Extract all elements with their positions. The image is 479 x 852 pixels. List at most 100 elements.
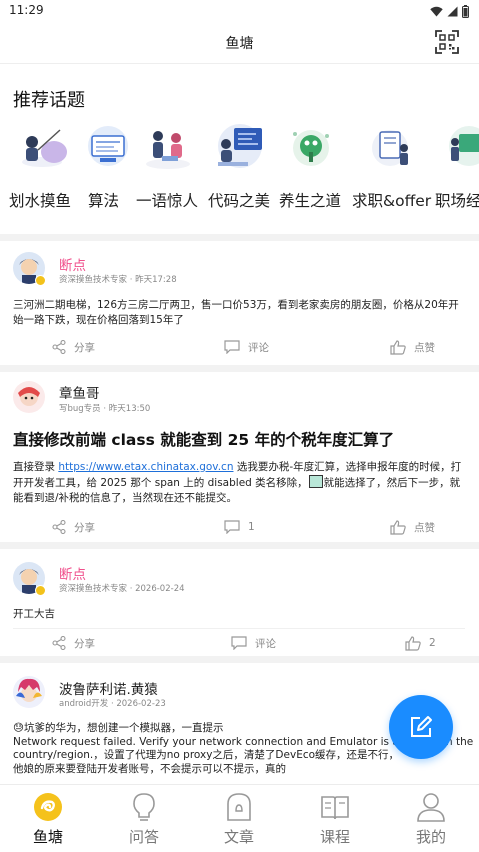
action-divider bbox=[13, 628, 465, 629]
book-icon bbox=[321, 796, 349, 820]
algorithm-illustration bbox=[88, 126, 128, 166]
career-illustration bbox=[449, 126, 479, 166]
status-icons bbox=[430, 4, 469, 18]
section-title: 推荐话题 bbox=[13, 90, 85, 111]
nav-label: 鱼塘 bbox=[32, 828, 63, 846]
thumbs-up-icon bbox=[405, 635, 421, 651]
topic-label: 职场经 bbox=[435, 192, 479, 210]
nav-label: 我的 bbox=[415, 828, 446, 846]
share-icon bbox=[52, 520, 66, 534]
feed-post[interactable]: 断点 资深摸鱼技术专家 · 2026-02-24 开工大吉 分享 评论 2 bbox=[0, 549, 479, 656]
topic-carousel[interactable]: 划水摸鱼 算法 一语惊人 代码之美 养生之道 求职&offer 职场经 bbox=[0, 122, 479, 214]
topic-label: 一语惊人 bbox=[136, 192, 199, 210]
topic-item-career[interactable]: 职场经 bbox=[435, 122, 479, 214]
fishpond-icon bbox=[34, 793, 62, 821]
nav-item-articles[interactable]: 文章 bbox=[191, 785, 287, 852]
comment-label: 评论 bbox=[255, 637, 276, 650]
verified-badge bbox=[35, 585, 46, 596]
health-illustration bbox=[293, 130, 329, 166]
new-post-button[interactable] bbox=[389, 695, 453, 759]
post-text[interactable]: 三河洲二期电梯，126方三房二厅两卫，售一口价53万，看到老家卖房的朋友圈，价格… bbox=[13, 298, 465, 328]
code-illustration bbox=[218, 124, 262, 168]
title-bar: 鱼塘 bbox=[0, 22, 479, 64]
post-divider bbox=[0, 542, 479, 549]
nav-label: 文章 bbox=[223, 828, 254, 846]
wifi-icon bbox=[430, 6, 443, 16]
topic-label: 划水摸鱼 bbox=[9, 192, 72, 210]
share-icon bbox=[52, 340, 66, 354]
post-title[interactable]: 直接修改前端 class 就能查到 25 年的个税年度汇算了 bbox=[13, 428, 469, 450]
share-label: 分享 bbox=[74, 521, 95, 534]
profile-icon bbox=[417, 793, 445, 822]
feed-post[interactable]: 章鱼哥 写bug专员 · 昨天13:50 直接修改前端 class 就能查到 2… bbox=[0, 372, 479, 542]
comment-button[interactable]: 评论 bbox=[231, 635, 276, 651]
nav-item-profile[interactable]: 我的 bbox=[383, 785, 479, 852]
page-title: 鱼塘 bbox=[225, 36, 254, 52]
share-button[interactable]: 分享 bbox=[52, 339, 95, 355]
post-meta: 写bug专员 · 昨天13:50 bbox=[59, 404, 151, 414]
job-illustration bbox=[372, 130, 408, 166]
topic-label: 代码之美 bbox=[208, 192, 271, 210]
like-button[interactable]: 2 bbox=[405, 635, 436, 651]
verified-badge bbox=[35, 275, 46, 286]
nav-item-fishpond[interactable]: 鱼塘 bbox=[0, 785, 96, 852]
comment-icon bbox=[231, 636, 247, 650]
comment-button[interactable]: 1 bbox=[224, 519, 255, 535]
avatar[interactable] bbox=[13, 381, 45, 413]
comment-icon bbox=[224, 340, 240, 354]
author-name[interactable]: 波鲁萨利诺.黄猿 bbox=[59, 678, 158, 698]
post-divider bbox=[0, 365, 479, 372]
author-name[interactable]: 断点 bbox=[59, 254, 86, 274]
topic-label: 养生之道 bbox=[279, 192, 342, 210]
status-time: 11:29 bbox=[9, 3, 44, 17]
qr-scan-icon[interactable] bbox=[435, 30, 459, 54]
post-text[interactable]: 直接登录 https://www.etax.chinatax.gov.cn 选我… bbox=[13, 460, 467, 506]
share-button[interactable]: 分享 bbox=[52, 635, 95, 651]
post-divider bbox=[0, 656, 479, 663]
author-name[interactable]: 断点 bbox=[59, 563, 86, 583]
post-meta: 资深摸鱼技术专家 · 昨天17:28 bbox=[59, 275, 177, 285]
topic-item-speech[interactable]: 一语惊人 bbox=[135, 122, 201, 214]
like-label: 点赞 bbox=[414, 521, 435, 534]
bottom-nav: 鱼塘 问答 文章 课程 我的 bbox=[0, 784, 479, 852]
like-count: 2 bbox=[429, 637, 436, 649]
lightbulb-icon bbox=[133, 793, 155, 821]
speech-illustration bbox=[146, 131, 190, 169]
edit-icon bbox=[411, 716, 432, 737]
topic-item-algorithm[interactable]: 算法 bbox=[84, 122, 128, 214]
share-icon bbox=[52, 636, 66, 650]
signal-icon bbox=[447, 6, 458, 16]
topic-item-job[interactable]: 求职&offer bbox=[352, 122, 432, 214]
post-link[interactable]: https://www.etax.chinatax.gov.cn bbox=[58, 461, 233, 473]
topic-item-health[interactable]: 养生之道 bbox=[278, 122, 344, 214]
article-icon bbox=[227, 793, 251, 821]
like-button[interactable]: 点赞 bbox=[390, 519, 435, 535]
nav-label: 课程 bbox=[319, 828, 350, 846]
author-name[interactable]: 章鱼哥 bbox=[59, 382, 100, 402]
post-text-part: 直接登录 bbox=[13, 461, 59, 473]
topic-label: 算法 bbox=[88, 192, 120, 210]
share-label: 分享 bbox=[74, 341, 95, 354]
thumbs-up-icon bbox=[390, 339, 406, 355]
avatar[interactable] bbox=[13, 676, 45, 708]
share-button[interactable]: 分享 bbox=[52, 519, 95, 535]
nav-item-qa[interactable]: 问答 bbox=[96, 785, 192, 852]
nav-item-courses[interactable]: 课程 bbox=[287, 785, 383, 852]
section-divider bbox=[0, 234, 479, 241]
like-button[interactable]: 点赞 bbox=[390, 339, 435, 355]
post-meta: 资深摸鱼技术专家 · 2026-02-24 bbox=[59, 584, 185, 594]
feed-post[interactable]: 断点 资深摸鱼技术专家 · 昨天17:28 三河洲二期电梯，126方三房二厅两卫… bbox=[0, 241, 479, 365]
comment-button[interactable]: 评论 bbox=[224, 339, 269, 355]
like-label: 点赞 bbox=[414, 341, 435, 354]
post-meta: android开发 · 2026-02-23 bbox=[59, 699, 166, 709]
post-text[interactable]: 开工大吉 bbox=[13, 607, 465, 622]
thumbs-up-icon bbox=[390, 519, 406, 535]
topic-item-fishing[interactable]: 划水摸鱼 bbox=[0, 122, 84, 214]
topic-item-code[interactable]: 代码之美 bbox=[207, 122, 273, 214]
battery-icon bbox=[462, 4, 469, 18]
comment-label: 评论 bbox=[248, 341, 269, 354]
post-text-line: 他娘的原来要登陆开发者账号，不会提示可以不提示，真的 bbox=[13, 762, 286, 775]
share-label: 分享 bbox=[74, 637, 95, 650]
status-bar: 11:29 bbox=[0, 0, 479, 22]
topic-label: 求职&offer bbox=[352, 192, 432, 210]
